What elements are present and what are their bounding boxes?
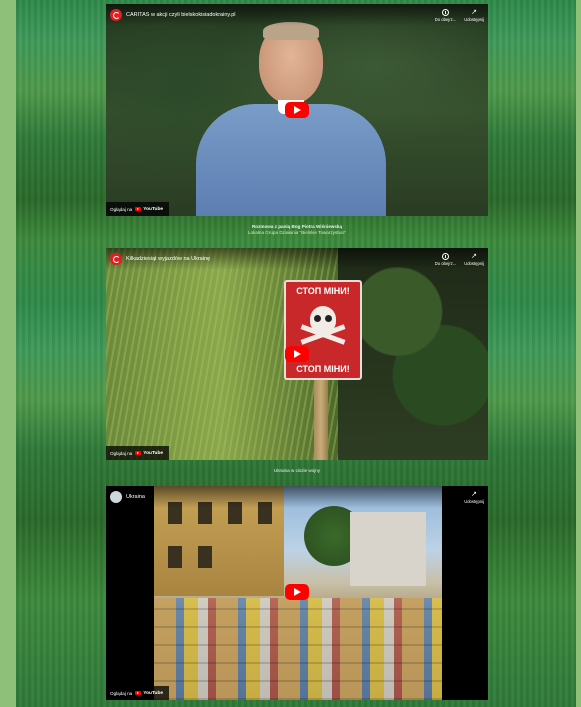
clock-icon — [441, 8, 449, 16]
play-button[interactable] — [285, 584, 309, 600]
video-2-caption: Ukraina w ciszie wojny — [273, 468, 321, 473]
watch-on-youtube-button[interactable]: Oglądaj na YouTube — [106, 686, 170, 700]
video-topbar: Ukraina ↗ Udostępnij — [106, 486, 488, 508]
share-button[interactable]: ↗ Udostępnij — [464, 9, 484, 22]
channel-avatar-icon[interactable] — [110, 491, 122, 503]
youtube-logo-icon — [135, 691, 142, 695]
window — [198, 546, 212, 568]
watch-on-youtube-button[interactable]: Oglądaj na YouTube — [106, 446, 170, 460]
caritas-logo-icon[interactable] — [110, 9, 122, 21]
humanitarian-supplies — [154, 598, 442, 700]
caritas-logo-icon[interactable] — [110, 253, 122, 265]
video-embed-1[interactable]: CARITAS w akcji czyli bielskokisiadokrai… — [106, 4, 488, 216]
mine-warning-sign: СТОП МІНИ! СТОП МІНИ! — [284, 280, 362, 380]
share-button[interactable]: ↗ Udostępnij — [464, 253, 484, 266]
clock-icon — [441, 252, 449, 260]
share-icon: ↗ — [471, 8, 478, 16]
share-icon: ↗ — [471, 490, 478, 498]
video-embed-3[interactable]: Ukraina ↗ Udostępnij Oglądaj na YouTube — [106, 486, 488, 700]
youtube-logo-icon — [135, 451, 142, 455]
youtube-logo-icon — [135, 207, 142, 211]
play-button[interactable] — [285, 346, 309, 362]
video-embed-2[interactable]: СТОП МІНИ! СТОП МІНИ! Kilkadziesiąt wyja… — [106, 248, 488, 460]
video-title[interactable]: Kilkadziesiąt wyjazdów na Ukrainę — [126, 256, 435, 262]
window — [168, 546, 182, 568]
share-icon: ↗ — [471, 252, 478, 260]
video-title[interactable]: Ukraina — [126, 494, 464, 500]
play-button[interactable] — [285, 102, 309, 118]
video-1-caption: Rozmowa z panią Bog Piotra Wiśniewską Lo… — [247, 224, 347, 235]
share-button[interactable]: ↗ Udostępnij — [464, 491, 484, 504]
watch-on-youtube-button[interactable]: Oglądaj na YouTube — [106, 202, 170, 216]
video-topbar: CARITAS w akcji czyli bielskokisiadokrai… — [106, 4, 488, 26]
video-topbar: Kilkadziesiąt wyjazdów na Ukrainę Do obe… — [106, 248, 488, 270]
watch-later-button[interactable]: Do obejrz... — [435, 8, 456, 22]
watch-later-button[interactable]: Do obejrz... — [435, 252, 456, 266]
person-shirt — [196, 104, 386, 216]
house — [350, 512, 426, 586]
video-title[interactable]: CARITAS w akcji czyli bielskokisiadokrai… — [126, 12, 435, 18]
